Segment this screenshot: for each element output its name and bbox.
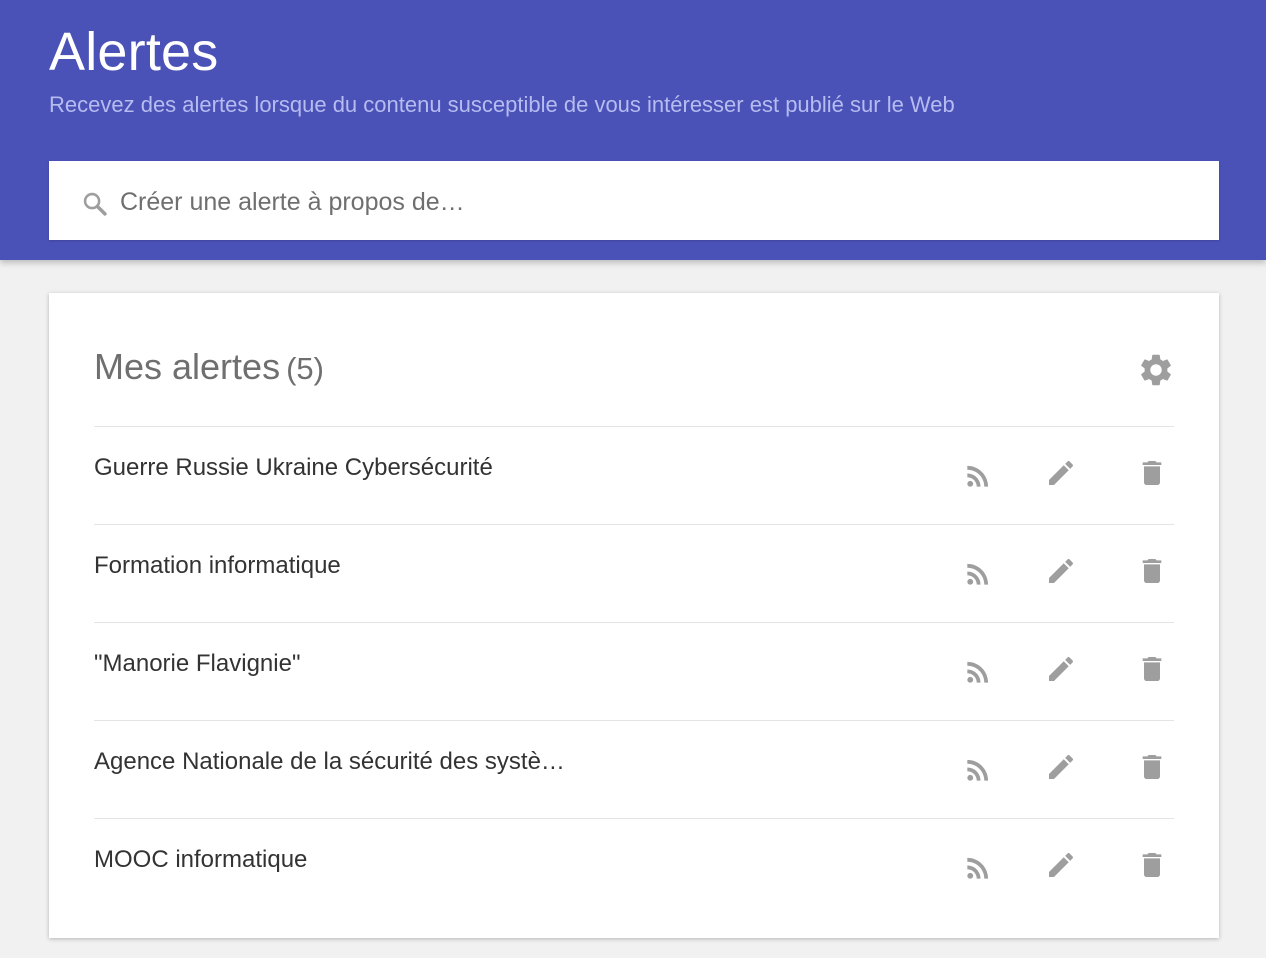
page-title: Alertes bbox=[49, 22, 219, 82]
edit-icon[interactable] bbox=[1045, 555, 1077, 587]
alert-row: Agence Nationale de la sécurité des syst… bbox=[94, 720, 1174, 818]
delete-icon[interactable] bbox=[1136, 751, 1168, 783]
rss-icon[interactable] bbox=[962, 656, 994, 688]
alerts-title-text: Mes alertes bbox=[94, 346, 281, 387]
rss-icon[interactable] bbox=[962, 460, 994, 492]
edit-icon[interactable] bbox=[1045, 653, 1077, 685]
alert-list: Guerre Russie Ukraine Cybersécurité Form… bbox=[94, 426, 1174, 916]
alert-label[interactable]: Agence Nationale de la sécurité des syst… bbox=[94, 747, 565, 777]
delete-icon[interactable] bbox=[1136, 849, 1168, 881]
alerts-card-title: Mes alertes (5) bbox=[94, 345, 324, 391]
alerts-count: (5) bbox=[286, 351, 324, 386]
gear-icon[interactable] bbox=[1137, 351, 1175, 389]
alert-row: Formation informatique bbox=[94, 524, 1174, 622]
alert-label[interactable]: Formation informatique bbox=[94, 551, 341, 581]
alert-label[interactable]: MOOC informatique bbox=[94, 845, 307, 875]
alert-row: "Manorie Flavignie" bbox=[94, 622, 1174, 720]
rss-icon[interactable] bbox=[962, 754, 994, 786]
alert-label[interactable]: "Manorie Flavignie" bbox=[94, 649, 300, 679]
rss-icon[interactable] bbox=[962, 558, 994, 590]
delete-icon[interactable] bbox=[1136, 457, 1168, 489]
alert-label[interactable]: Guerre Russie Ukraine Cybersécurité bbox=[94, 453, 493, 483]
rss-icon[interactable] bbox=[962, 852, 994, 884]
alert-row: MOOC informatique bbox=[94, 818, 1174, 916]
delete-icon[interactable] bbox=[1136, 653, 1168, 685]
search-icon bbox=[83, 192, 107, 216]
edit-icon[interactable] bbox=[1045, 457, 1077, 489]
page-subtitle: Recevez des alertes lorsque du contenu s… bbox=[49, 92, 955, 117]
edit-icon[interactable] bbox=[1045, 751, 1077, 783]
search-input[interactable] bbox=[120, 178, 1200, 226]
edit-icon[interactable] bbox=[1045, 849, 1077, 881]
alert-row: Guerre Russie Ukraine Cybersécurité bbox=[94, 426, 1174, 524]
header-bar: Alertes Recevez des alertes lorsque du c… bbox=[0, 0, 1266, 260]
alerts-card: Mes alertes (5) Guerre Russie Ukraine Cyb… bbox=[49, 293, 1219, 938]
delete-icon[interactable] bbox=[1136, 555, 1168, 587]
